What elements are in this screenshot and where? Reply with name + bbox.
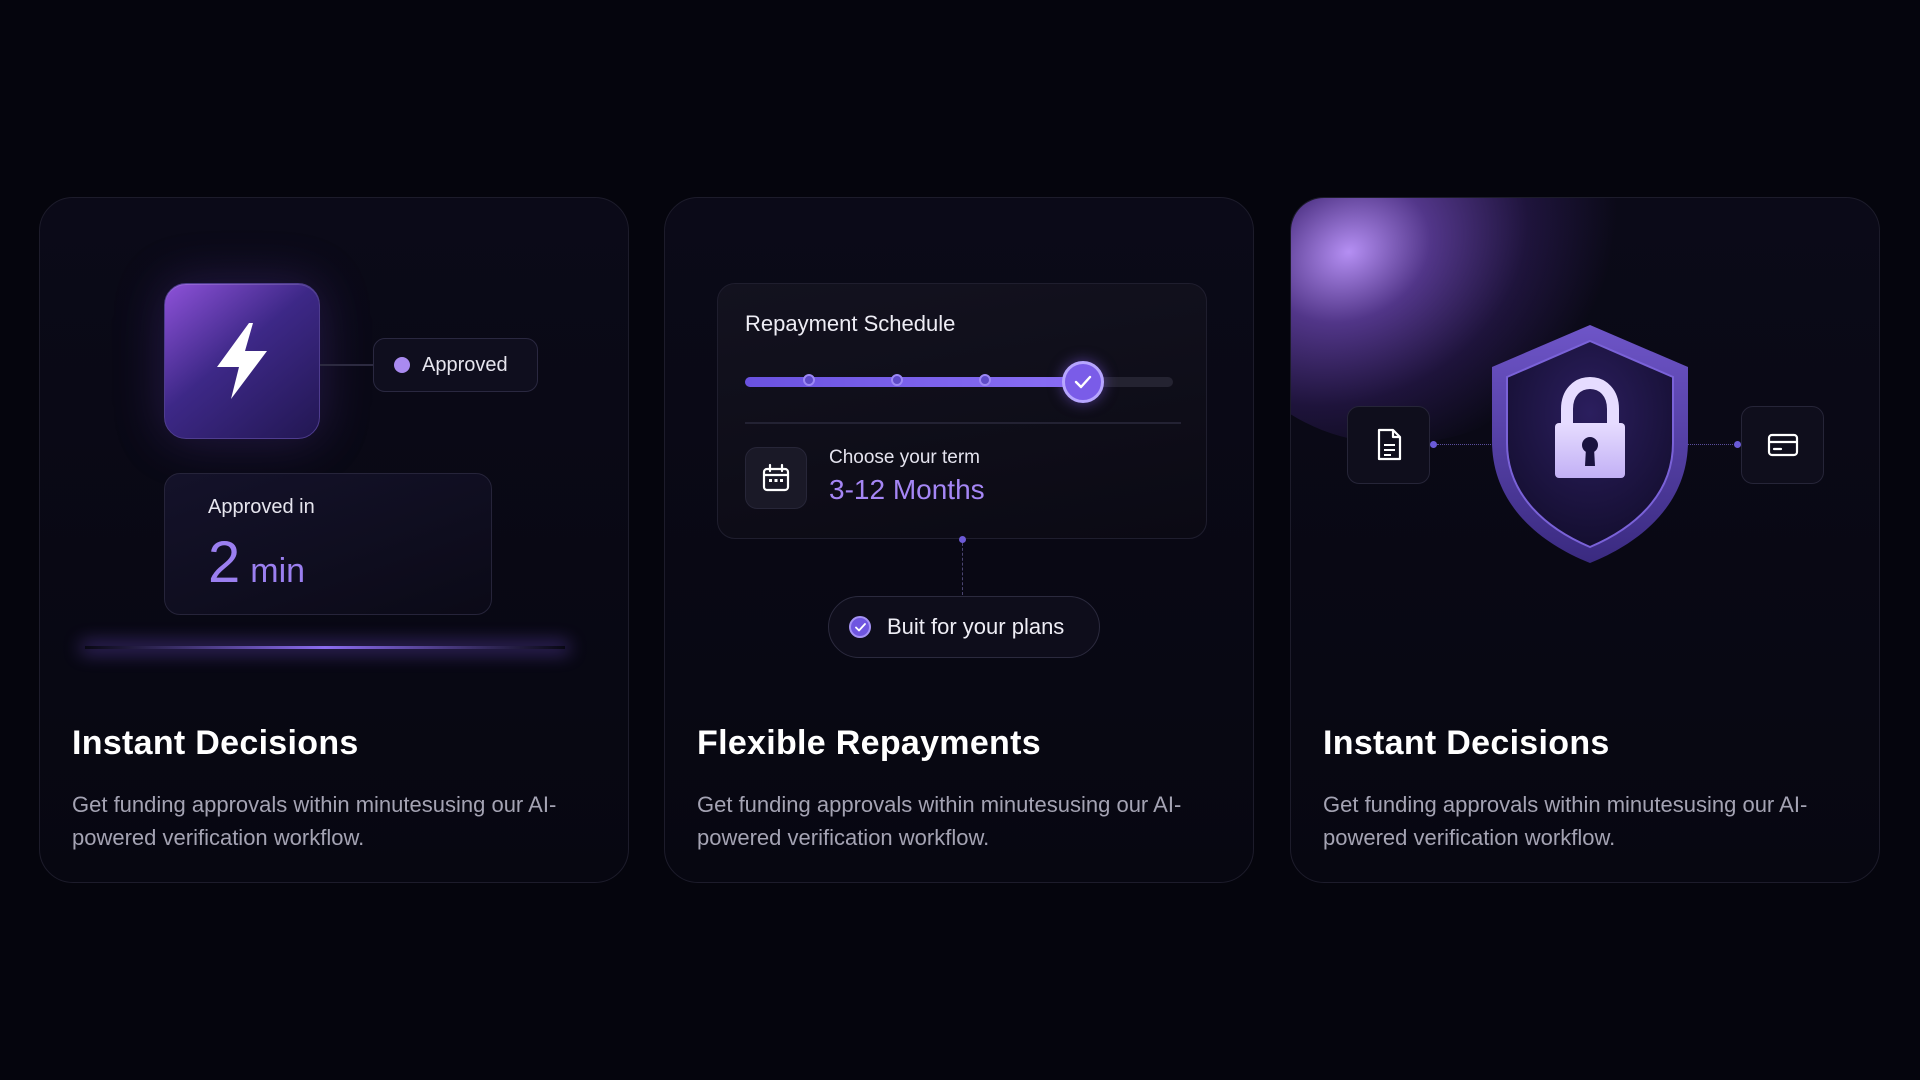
slider-marker bbox=[890, 374, 903, 386]
document-icon bbox=[1377, 428, 1401, 461]
status-dot bbox=[394, 357, 410, 373]
connector-dot bbox=[959, 536, 966, 543]
built-for-plans-label: Buit for your plans bbox=[887, 614, 1065, 639]
check-circle-icon bbox=[849, 616, 871, 638]
approved-badge: Approved bbox=[373, 338, 538, 392]
card-description: Get funding approvals within minutesusin… bbox=[1323, 792, 1808, 850]
card-description: Get funding approvals within minutesusin… bbox=[72, 792, 557, 850]
card-tile bbox=[1741, 406, 1824, 484]
feature-card-security: Instant Decisions Get funding approvals … bbox=[1290, 197, 1880, 883]
term-slider[interactable] bbox=[745, 361, 1173, 403]
feature-card-flexible-repayments: Repayment Schedule Choose your term 3-12… bbox=[664, 197, 1254, 883]
slider-handle[interactable] bbox=[1062, 361, 1105, 403]
repayment-schedule-title: Repayment Schedule bbox=[745, 311, 956, 336]
approved-in-label: Approved in bbox=[208, 496, 315, 518]
calendar-icon bbox=[762, 463, 790, 492]
calendar-tile bbox=[745, 447, 807, 509]
panel-divider bbox=[745, 422, 1181, 424]
slider-marker bbox=[978, 374, 991, 386]
connector-dot bbox=[1734, 441, 1741, 448]
approved-in-stat: Approved in 2 min bbox=[164, 473, 492, 615]
card-description: Get funding approvals within minutesusin… bbox=[697, 792, 1182, 850]
check-icon bbox=[1074, 375, 1092, 389]
term-label: Choose your term bbox=[829, 447, 981, 468]
term-value: 3-12 Months bbox=[829, 474, 985, 505]
connector-dot bbox=[1430, 441, 1437, 448]
document-tile bbox=[1347, 406, 1430, 484]
approved-in-value: 2 min bbox=[208, 529, 305, 596]
glow-divider bbox=[85, 646, 565, 649]
shield-lock-icon bbox=[1485, 321, 1695, 566]
repayment-schedule-panel: Repayment Schedule Choose your term 3-12… bbox=[717, 283, 1207, 539]
lightning-bolt-icon bbox=[217, 323, 267, 399]
credit-card-icon bbox=[1767, 433, 1798, 457]
card-title: Instant Decisions bbox=[72, 724, 359, 762]
card-title: Instant Decisions bbox=[1323, 724, 1610, 762]
stat-unit: min bbox=[250, 552, 306, 590]
features-section: Approved Approved in 2 min Instant Decisi… bbox=[0, 0, 1920, 1080]
built-for-plans-pill: Buit for your plans bbox=[828, 596, 1100, 658]
card-title: Flexible Repayments bbox=[697, 724, 1041, 762]
stat-number: 2 bbox=[208, 530, 241, 595]
connector-line bbox=[962, 543, 963, 595]
connector-line bbox=[320, 364, 374, 366]
approved-badge-label: Approved bbox=[422, 353, 508, 376]
feature-card-instant-decisions: Approved Approved in 2 min Instant Decisi… bbox=[39, 197, 629, 883]
slider-fill bbox=[745, 377, 1084, 387]
lightning-tile bbox=[164, 283, 320, 439]
